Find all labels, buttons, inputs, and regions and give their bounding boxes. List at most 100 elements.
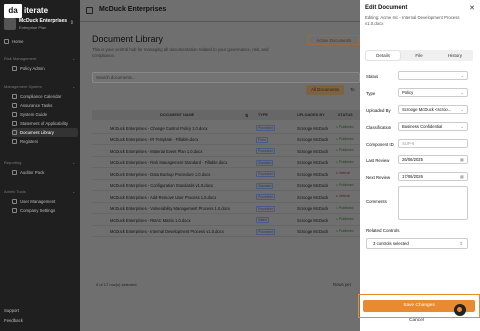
sidebar-item-system-guide[interactable]: System Guide (12, 110, 78, 119)
doc-name[interactable]: McDuck Enterprises - Change Control Poli… (110, 126, 208, 131)
list-icon (12, 139, 17, 144)
calendar-icon[interactable]: ▦ (460, 156, 464, 163)
search-input[interactable]: Search documents... (92, 72, 360, 83)
doc-name[interactable]: McDuck Enterprises - Vulnerability Manag… (110, 206, 230, 211)
uploaded-by: Scrooge McDuck (297, 148, 329, 154)
close-icon[interactable]: ✕ (469, 4, 475, 12)
sidebar-item-document-library[interactable]: Document Library (12, 128, 78, 137)
table-row[interactable]: McDuck Enterprises - Add-Remove User Pro… (92, 191, 360, 203)
tasks-icon (12, 103, 17, 108)
table-row[interactable]: McDuck Enterprises - Risk Management Sta… (92, 157, 360, 168)
doc-name[interactable]: McDuck Enterprises - Material Event Plan… (110, 149, 202, 154)
to-filter-tab[interactable]: To (350, 85, 355, 95)
sidebar-item-auditor-pack[interactable]: Auditor Pack (12, 168, 78, 177)
next-review-input[interactable]: 17/06/2026 ▦ (398, 172, 468, 181)
status-label: Status (366, 74, 379, 79)
last-review-label: Last Review (366, 158, 390, 163)
sidebar-item-registers[interactable]: Registers (12, 137, 78, 146)
type-badge: Standard (256, 182, 274, 189)
cancel-button[interactable]: Cancel (409, 318, 424, 323)
type-label: Type (366, 91, 376, 96)
table-row[interactable]: McDuck Enterprises - Internal Developmen… (92, 226, 360, 237)
sidebar-section-reporting[interactable]: Reporting ⌄ (4, 160, 75, 165)
tab-file[interactable]: File (402, 51, 436, 60)
component-id-input[interactable]: SUP-9 (398, 139, 468, 148)
chat-widget-icon[interactable] (454, 304, 466, 316)
doc-name[interactable]: McDuck Enterprises - Internal Developmen… (110, 229, 224, 234)
drawer-tabs: Details File History (365, 50, 473, 61)
col-type[interactable]: TYPE (258, 113, 268, 117)
drawer-title: Edit Document (365, 5, 408, 11)
sort-icon[interactable]: ⇅ (245, 113, 248, 118)
comments-textarea[interactable] (398, 186, 468, 220)
sidebar-item-user-management[interactable]: User Management (12, 197, 78, 206)
doc-name[interactable]: McDuck Enterprises - RBAC Matrix 1.0.doc… (110, 218, 191, 223)
calendar-icon[interactable]: ▦ (460, 173, 464, 180)
table-row[interactable]: McDuck Enterprises - Configuration Stand… (92, 180, 360, 191)
doc-name[interactable]: McDuck Enterprises - Configuration Stand… (110, 183, 213, 188)
type-badge: Procedure (256, 205, 276, 212)
status-badge: Published (336, 148, 353, 152)
chevron-down-icon: ⌄ (460, 90, 464, 95)
sidebar-item-assurance-tasks[interactable]: Assurance Tasks (12, 101, 78, 110)
comments-label: Comments (366, 199, 387, 204)
chevron-updown-icon: ⇕ (69, 20, 74, 26)
sidebar-section-risk[interactable]: Risk Management ⌄ (4, 56, 75, 61)
table-row[interactable]: McDuck Enterprises - Change Control Poli… (92, 122, 360, 134)
type-select[interactable]: Policy ⌄ (398, 88, 468, 97)
table-row[interactable]: McDuck Enterprises - RBAC Matrix 1.0.doc… (92, 214, 360, 226)
sidebar-item-policy-admin[interactable]: Policy Admin (12, 64, 78, 73)
uploaded-by: Scrooge McDuck (297, 125, 329, 131)
uploaded-by-select[interactable]: Scrooge McDuck <scroo... ⌄ (398, 105, 468, 114)
page-description: This is your central hub for managing al… (92, 47, 269, 58)
page-title: Document Library (92, 34, 164, 44)
home-icon (4, 39, 9, 44)
table-row[interactable]: McDuck Enterprises - Vulnerability Manag… (92, 203, 360, 214)
selection-count: 0 of 17 row(s) selected. (96, 282, 138, 287)
doc-name[interactable]: McDuck Enterprises - Add-Remove User Pro… (110, 195, 216, 200)
org-switcher[interactable]: McDuck Enterprises Enterprise Plan ⇕ (4, 17, 76, 33)
chevron-down-icon: ⌄ (72, 189, 76, 194)
doc-name[interactable]: McDuck Enterprises - IR Template - Filla… (110, 137, 198, 142)
feedback-link[interactable]: Feedback (4, 318, 23, 323)
users-icon (12, 199, 17, 204)
sidebar-item-soa[interactable]: Statement of Applicability (12, 119, 78, 128)
book-icon (12, 112, 17, 117)
sidebar-section-management[interactable]: Management System ⌄ (4, 84, 75, 89)
status-select[interactable]: ⌄ (398, 71, 468, 80)
classification-select[interactable]: Business Confidential ⌄ (398, 122, 468, 131)
gear-icon (12, 208, 17, 213)
status-badge: Internal (336, 194, 350, 198)
tab-history[interactable]: History (438, 51, 472, 60)
doc-name[interactable]: McDuck Enterprises - Risk Management Sta… (110, 160, 227, 165)
status-badge: Published (336, 206, 353, 210)
related-controls-select[interactable]: 3 controls selected ⇕ (366, 238, 468, 249)
active-documents-button[interactable]: Active Documents (308, 35, 360, 45)
related-controls-label: Related Controls (366, 228, 400, 233)
all-documents-tab[interactable]: All Documents (306, 85, 344, 95)
sidebar-item-home[interactable]: Home (4, 37, 78, 46)
status-badge: Published (336, 125, 353, 129)
col-document-name[interactable]: DOCUMENT NAME (160, 113, 194, 117)
last-review-input[interactable]: 26/06/2025 ▦ (398, 155, 468, 164)
uploaded-by: Scrooge McDuck (297, 229, 329, 234)
uploaded-by: Scrooge McDuck (297, 206, 329, 211)
table-row[interactable]: McDuck Enterprises - IR Template - Filla… (92, 134, 360, 145)
doc-name[interactable]: McDuck Enterprises - Data Backup Procedu… (110, 172, 210, 177)
type-badge: Matrix (256, 217, 269, 223)
table-row[interactable]: McDuck Enterprises - Data Backup Procedu… (92, 168, 360, 180)
sidebar-section-admin[interactable]: Admin Tools ⌄ (4, 189, 75, 194)
col-status[interactable]: STATUS (338, 113, 353, 117)
table-row[interactable]: McDuck Enterprises - Material Event Plan… (92, 145, 360, 157)
col-uploaded-by[interactable]: UPLOADED BY (297, 113, 325, 117)
sidebar-item-company-settings[interactable]: Company Settings (12, 206, 78, 215)
sidebar-toggle-icon[interactable] (86, 7, 93, 14)
app-logo: da (4, 4, 22, 18)
org-avatar (4, 18, 16, 30)
tab-details[interactable]: Details (366, 51, 400, 60)
app-logo-text: iterate (24, 6, 49, 15)
support-link[interactable]: Support (4, 308, 19, 313)
type-badge: Procedure (256, 125, 276, 131)
sidebar-item-compliance-calendar[interactable]: Compliance Calendar (12, 92, 78, 101)
chevron-down-icon: ⌄ (72, 56, 76, 61)
